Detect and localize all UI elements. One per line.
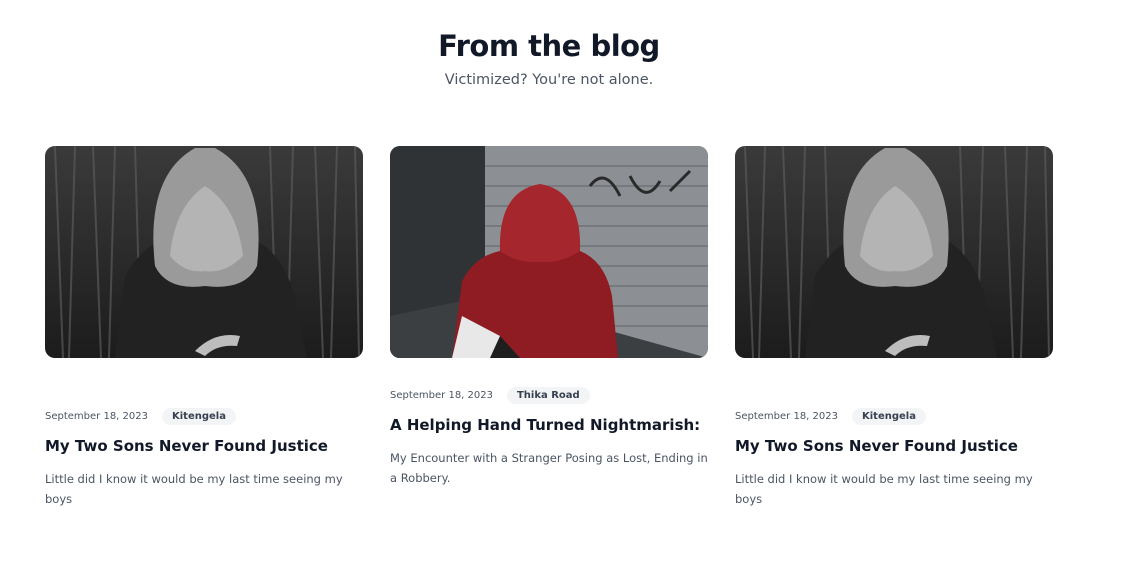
post-title[interactable]: A Helping Hand Turned Nightmarish: [390,414,708,436]
blog-section-header: From the blog Victimized? You're not alo… [0,28,1098,90]
post-excerpt: My Encounter with a Stranger Posing as L… [390,451,708,485]
post-image[interactable] [45,146,363,358]
blog-post-card[interactable]: September 18, 2023 Thika Road A Helping … [390,146,708,488]
post-location-tag[interactable]: Kitengela [161,408,236,425]
blog-post-card[interactable]: September 18, 2023 Kitengela My Two Sons… [45,146,363,509]
post-meta: September 18, 2023 Kitengela [735,408,1053,425]
post-image[interactable] [735,146,1053,358]
post-title[interactable]: My Two Sons Never Found Justice [735,435,1053,457]
post-excerpt: Little did I know it would be my last ti… [735,472,1033,506]
post-date: September 18, 2023 [45,411,148,422]
post-date: September 18, 2023 [735,411,838,422]
post-image[interactable] [390,146,708,358]
post-meta: September 18, 2023 Kitengela [45,408,363,425]
section-title: From the blog [438,29,660,63]
post-excerpt: Little did I know it would be my last ti… [45,472,343,506]
post-location-tag[interactable]: Thika Road [506,387,590,404]
post-date: September 18, 2023 [390,390,493,401]
blog-post-card[interactable]: September 18, 2023 Kitengela My Two Sons… [735,146,1053,509]
post-meta: September 18, 2023 Thika Road [390,387,708,404]
post-title[interactable]: My Two Sons Never Found Justice [45,435,363,457]
post-location-tag[interactable]: Kitengela [851,408,926,425]
section-subtitle: Victimized? You're not alone. [444,72,654,88]
